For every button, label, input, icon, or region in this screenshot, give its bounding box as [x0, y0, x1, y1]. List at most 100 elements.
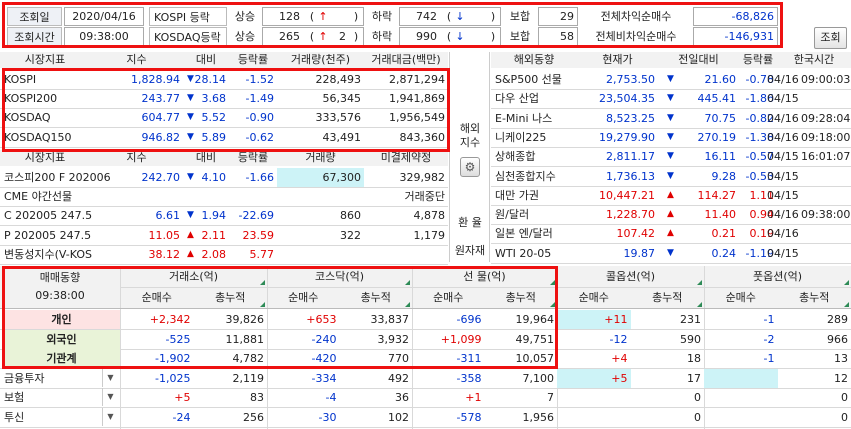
market-name[interactable]: KOSDAQ — [0, 108, 90, 127]
flat-label: 보합 — [509, 30, 531, 43]
chevron-down-icon[interactable]: ▼ — [102, 388, 118, 407]
time-label: 조회시간 — [7, 27, 62, 46]
kosdaq-up-sub: 2 — [339, 30, 346, 43]
overseas-name[interactable]: 대만 가권 — [491, 186, 577, 205]
up-label: 상승 — [234, 30, 256, 43]
group-header: 콜옵션(억) — [605, 270, 656, 283]
futures-rate: 23.59 — [242, 228, 275, 242]
kospi-down-field: 742 ( ↓ ) — [399, 7, 501, 26]
overseas-name[interactable]: 원/달러 — [491, 205, 577, 224]
overseas-change: 0.21 — [711, 227, 737, 241]
cumulative-header: 총누적 — [215, 291, 246, 304]
futures-rate — [229, 187, 277, 206]
raw-material-button[interactable]: 원자재 — [450, 242, 490, 258]
futures-rate: 5.77 — [249, 247, 275, 261]
market-volume: 43,491 — [322, 130, 362, 144]
overseas-change: 0.24 — [711, 246, 737, 260]
market-name[interactable]: KOSPI — [0, 70, 90, 89]
cumulative-value: 4,782 — [232, 352, 265, 366]
overseas-name[interactable]: 상해종합 — [491, 147, 577, 166]
header-divider — [0, 308, 851, 309]
overseas-price: 2,753.50 — [606, 73, 655, 86]
down-label: 하락 — [371, 10, 393, 23]
chevron-down-icon[interactable]: ▼ — [102, 408, 118, 426]
futures-open-interest — [364, 245, 448, 264]
overseas-change: 114.27 — [697, 188, 737, 202]
cumulative-value: 33,837 — [370, 313, 410, 326]
corner-marker-icon — [405, 302, 410, 307]
net-buy-header: 순매수 — [288, 291, 319, 304]
cumulative-header: 총누적 — [652, 291, 683, 304]
market-indicator-panel: 시장지표 지수 대비 등락률 거래량(천주) 거래대금(백만) KOSPI 1,828.94 ▼… — [0, 52, 448, 265]
market-volume: 333,576 — [315, 111, 362, 125]
kospi-up-field: 128 ( ↑ ) — [262, 7, 364, 26]
overseas-name[interactable]: 니케이225 — [491, 128, 577, 147]
market-name[interactable]: KOSPI200 — [0, 89, 90, 108]
column-header: 등락률 — [742, 53, 774, 66]
overseas-time — [797, 186, 851, 205]
corner-marker-icon — [844, 302, 849, 307]
date-field[interactable]: 2020/04/16 — [64, 7, 144, 26]
net-buy-value: -334 — [311, 371, 337, 385]
up-label: 상승 — [234, 10, 256, 23]
cumulative-value: 102 — [388, 411, 409, 424]
chevron-down-icon[interactable]: ▼ — [102, 368, 118, 387]
overseas-index-button[interactable]: 해외 지수 — [450, 122, 490, 150]
net-buy-value: -240 — [311, 332, 337, 346]
paren-close: ) — [353, 10, 359, 23]
investor-label: 투신 — [4, 411, 25, 424]
market-rate: -1.52 — [245, 73, 274, 86]
net-buy-value: -4 — [325, 391, 337, 405]
kospi-up-count: 128 — [279, 10, 300, 23]
time-field[interactable]: 09:38:00 — [64, 27, 144, 46]
arrow-down-icon: ↓ — [455, 30, 465, 43]
overseas-name[interactable]: S&P500 선물 — [491, 70, 577, 89]
futures-index — [90, 187, 183, 206]
paren-open: ( — [309, 30, 315, 43]
net-buy-value: +4 — [611, 352, 628, 366]
overseas-change: 70.75 — [704, 111, 737, 125]
investor-label: 개인 — [3, 310, 120, 329]
net-buy-value: +11 — [557, 310, 631, 329]
net-buy-value: -358 — [456, 371, 482, 385]
overseas-name[interactable]: E-Mini 나스 — [491, 109, 577, 128]
cumulative-value: 36 — [395, 391, 409, 405]
column-header: 한국시간 — [793, 53, 835, 66]
overseas-name[interactable]: WTI 20-05 — [491, 244, 577, 263]
kosdaq-updown-label: KOSDAQ등락 — [149, 27, 227, 46]
kospi-down-count: 742 — [416, 10, 437, 23]
cumulative-header: 총누적 — [360, 291, 391, 304]
column-header: 미결제약정 — [380, 151, 432, 164]
futures-volume: 322 — [340, 228, 361, 242]
net-buy-value: -12 — [609, 332, 628, 346]
futures-change: 4.10 — [201, 171, 227, 184]
overseas-change: 11.40 — [704, 208, 737, 222]
flat-label: 보합 — [509, 10, 531, 23]
trading-trend-panel: 매매동향 09:38:00 거래소(억) 순매수 총누적 코스닥(억) 순매수 총누적 선 물(… — [0, 266, 851, 429]
refresh-button[interactable]: 조회 — [814, 27, 847, 49]
kosdaq-flat-count: 58 — [538, 27, 578, 46]
header-divider — [120, 287, 851, 288]
futures-index: 38.12 — [148, 247, 181, 261]
overseas-time: 09:18:00 — [801, 130, 851, 144]
overseas-price: 19,279.90 — [599, 130, 655, 144]
overseas-name[interactable]: 일본 엔/달러 — [491, 224, 577, 243]
overseas-change: 21.60 — [704, 73, 737, 86]
market-index: 1,828.94 — [131, 73, 180, 86]
kosdaq-down-field: 990 ( ↓ ) — [399, 27, 501, 46]
overseas-time — [797, 89, 851, 108]
cumulative-header: 총누적 — [505, 291, 536, 304]
overseas-panel: 해외동향 현재가 전일대비 등락률 한국시간 S&P500 선물 2,753.50 ▼ 21.6… — [491, 52, 851, 264]
exchange-rate-button[interactable]: 환 율 — [450, 214, 490, 230]
futures-volume: 860 — [340, 209, 361, 223]
futures-rate: -1.66 — [245, 171, 274, 184]
market-amount: 1,941,869 — [389, 92, 445, 106]
cumulative-header: 총누적 — [799, 291, 830, 304]
overseas-name[interactable]: 심천종합지수 — [491, 167, 577, 186]
overseas-name[interactable]: 다우 산업 — [491, 89, 577, 108]
gear-icon[interactable]: ⚙ — [460, 157, 480, 177]
market-name[interactable]: KOSDAQ150 — [0, 128, 90, 147]
cumulative-value: 13 — [834, 352, 848, 366]
cumulative-value: 18 — [687, 352, 701, 366]
cumulative-value: 83 — [250, 391, 264, 405]
